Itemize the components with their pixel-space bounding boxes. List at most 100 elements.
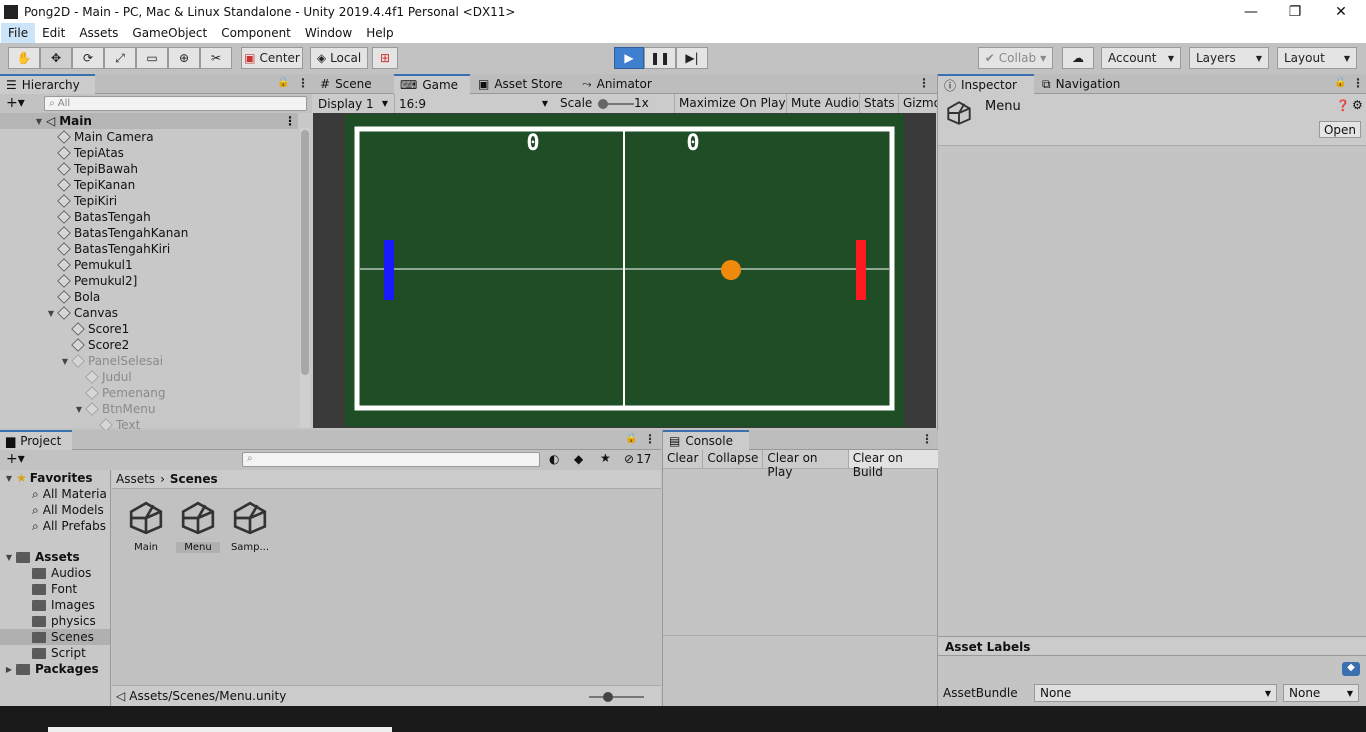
hidden-packages-toggle[interactable]: ⊘ 17 — [624, 452, 651, 466]
menu-help[interactable]: Help — [359, 23, 400, 43]
account-dropdown[interactable]: Account ▼ — [1101, 47, 1181, 69]
rotate-tool-icon[interactable]: ⟳ — [72, 47, 104, 69]
favorites-item[interactable]: ⌕ All Prefabs — [32, 518, 106, 534]
asset-tile[interactable]: Main — [124, 500, 168, 560]
hierarchy-item[interactable]: Pemenang — [72, 385, 165, 401]
hierarchy-scrollbar[interactable] — [300, 128, 310, 428]
project-search-input[interactable]: ⌕ — [242, 452, 540, 467]
scrollbar-thumb[interactable] — [301, 130, 309, 375]
assetbundle-variant-dropdown[interactable]: None ▼ — [1283, 684, 1359, 702]
rect-tool-icon[interactable]: ▭ — [136, 47, 168, 69]
move-tool-icon[interactable]: ✥ — [40, 47, 72, 69]
layout-dropdown[interactable]: Layout ▼ — [1277, 47, 1357, 69]
lock-icon[interactable]: 🔒 — [625, 433, 637, 444]
folder-item[interactable]: Audios — [0, 565, 110, 581]
breadcrumb-scenes[interactable]: Scenes — [170, 472, 218, 486]
grid-snap-icon[interactable]: ⊞ — [372, 47, 398, 69]
hierarchy-item[interactable]: TepiKanan — [44, 177, 135, 193]
display-dropdown[interactable]: Display 1 ▼ — [314, 94, 392, 113]
play-button-icon[interactable]: ▶ — [614, 47, 644, 69]
hierarchy-item[interactable]: TepiKiri — [44, 193, 117, 209]
cloud-icon[interactable]: ☁ — [1062, 47, 1094, 69]
tab-navigation[interactable]: ⧉ Navigation — [1036, 74, 1126, 94]
pivot-center-button[interactable]: ▣ Center — [241, 47, 303, 69]
clear-on-build-toggle[interactable]: Clear on Build — [848, 450, 938, 479]
clear-button[interactable]: Clear — [663, 450, 704, 468]
open-button[interactable]: Open — [1319, 121, 1361, 138]
create-plus-icon[interactable]: +▾ — [6, 451, 25, 467]
packages-node[interactable]: ▶ Packages — [2, 661, 99, 677]
hierarchy-item[interactable]: BatasTengahKiri — [44, 241, 170, 257]
create-plus-icon[interactable]: +▾ — [6, 95, 25, 111]
gizmos-dropdown[interactable]: Gizmo — [898, 94, 937, 113]
game-viewport[interactable]: 0 0 — [313, 113, 936, 428]
hierarchy-item[interactable]: BatasTengah — [44, 209, 151, 225]
help-icon[interactable]: ❓ — [1336, 99, 1350, 112]
hierarchy-item[interactable]: ▼ BtnMenu — [72, 401, 156, 417]
panel-menu-icon[interactable]: ⋮ — [297, 76, 309, 90]
search-by-type-icon[interactable]: ◐ — [549, 452, 559, 466]
favorite-star-icon[interactable]: ★ — [600, 451, 611, 465]
tab-hierarchy[interactable]: ☰ Hierarchy — [0, 74, 95, 94]
expand-arrow-icon[interactable]: ▼ — [32, 117, 46, 126]
collapse-toggle[interactable]: Collapse — [703, 450, 764, 468]
tag-icon[interactable]: ◆ — [1342, 662, 1360, 676]
hierarchy-item[interactable]: TepiBawah — [44, 161, 138, 177]
panel-menu-icon[interactable]: ⋮ — [644, 432, 656, 446]
hierarchy-item[interactable]: Judul — [72, 369, 132, 385]
settings-gear-icon[interactable]: ⚙ — [1352, 98, 1363, 112]
icon-size-slider[interactable] — [589, 692, 644, 702]
hierarchy-item[interactable]: Pemukul1 — [44, 257, 133, 273]
tab-animator[interactable]: ⤳ Animator — [576, 74, 658, 94]
hierarchy-item[interactable]: Bola — [44, 289, 100, 305]
layers-dropdown[interactable]: Layers ▼ — [1189, 47, 1269, 69]
hierarchy-item[interactable]: Score1 — [58, 321, 129, 337]
expand-arrow-icon[interactable]: ▼ — [72, 405, 86, 414]
pause-button-icon[interactable]: ❚❚ — [644, 47, 676, 69]
folder-item[interactable]: Font — [0, 581, 110, 597]
tab-console[interactable]: ▤ Console — [663, 430, 749, 450]
pivot-local-button[interactable]: ◈ Local — [310, 47, 368, 69]
hand-tool-icon[interactable]: ✋ — [8, 47, 40, 69]
scene-header-row[interactable]: ▼ ◁ Main ⋮ — [0, 113, 298, 129]
scale-slider[interactable] — [598, 99, 634, 109]
tab-asset-store[interactable]: ▣ Asset Store — [472, 74, 569, 94]
aspect-dropdown[interactable]: 16:9 ▼ — [394, 94, 552, 113]
expand-arrow-icon[interactable]: ▼ — [2, 474, 16, 483]
maximize-button[interactable]: ❐ — [1272, 0, 1318, 23]
menu-window[interactable]: Window — [298, 23, 359, 43]
panel-menu-icon[interactable]: ⋮ — [921, 432, 933, 446]
asset-tile[interactable]: Menu — [176, 500, 220, 560]
step-button-icon[interactable]: ▶| — [676, 47, 708, 69]
favorites-node[interactable]: ▼ ★ Favorites — [2, 470, 93, 486]
hierarchy-item[interactable]: ▼ PanelSelesai — [58, 353, 163, 369]
assets-node[interactable]: ▼ Assets — [2, 549, 80, 565]
tab-project[interactable]: ▆ Project — [0, 430, 72, 450]
collab-button[interactable]: ✔ Collab ▼ — [978, 47, 1053, 69]
hierarchy-item[interactable]: Score2 — [58, 337, 129, 353]
folder-item[interactable]: Scenes — [0, 629, 110, 645]
hierarchy-item[interactable]: BatasTengahKanan — [44, 225, 188, 241]
menu-edit[interactable]: Edit — [35, 23, 72, 43]
maximize-on-play-toggle[interactable]: Maximize On Play — [674, 94, 790, 113]
minimize-button[interactable]: — — [1228, 0, 1274, 23]
lock-icon[interactable]: 🔒 — [1334, 77, 1346, 88]
assetbundle-dropdown[interactable]: None ▼ — [1034, 684, 1277, 702]
expand-arrow-icon[interactable]: ▶ — [2, 665, 16, 674]
custom-tool-icon[interactable]: ✂ — [200, 47, 232, 69]
favorites-item[interactable]: ⌕ All Materia — [32, 486, 107, 502]
close-button[interactable]: ✕ — [1318, 0, 1364, 23]
hierarchy-search-input[interactable]: ⌕ All — [44, 96, 307, 111]
hierarchy-item[interactable]: ▼ Canvas — [44, 305, 118, 321]
tab-game[interactable]: ⌨ Game — [394, 74, 470, 94]
tab-inspector[interactable]: ⓘ Inspector — [938, 74, 1034, 94]
panel-menu-icon[interactable]: ⋮ — [918, 76, 930, 90]
folder-item[interactable]: Script — [0, 645, 110, 661]
breadcrumb-assets[interactable]: Assets — [116, 472, 155, 486]
menu-component[interactable]: Component — [214, 23, 298, 43]
tab-scene[interactable]: # Scene — [314, 74, 378, 94]
hierarchy-item[interactable]: TepiAtas — [44, 145, 124, 161]
mute-audio-toggle[interactable]: Mute Audio — [786, 94, 863, 113]
stats-toggle[interactable]: Stats — [859, 94, 899, 113]
hierarchy-item[interactable]: Pemukul2] — [44, 273, 137, 289]
